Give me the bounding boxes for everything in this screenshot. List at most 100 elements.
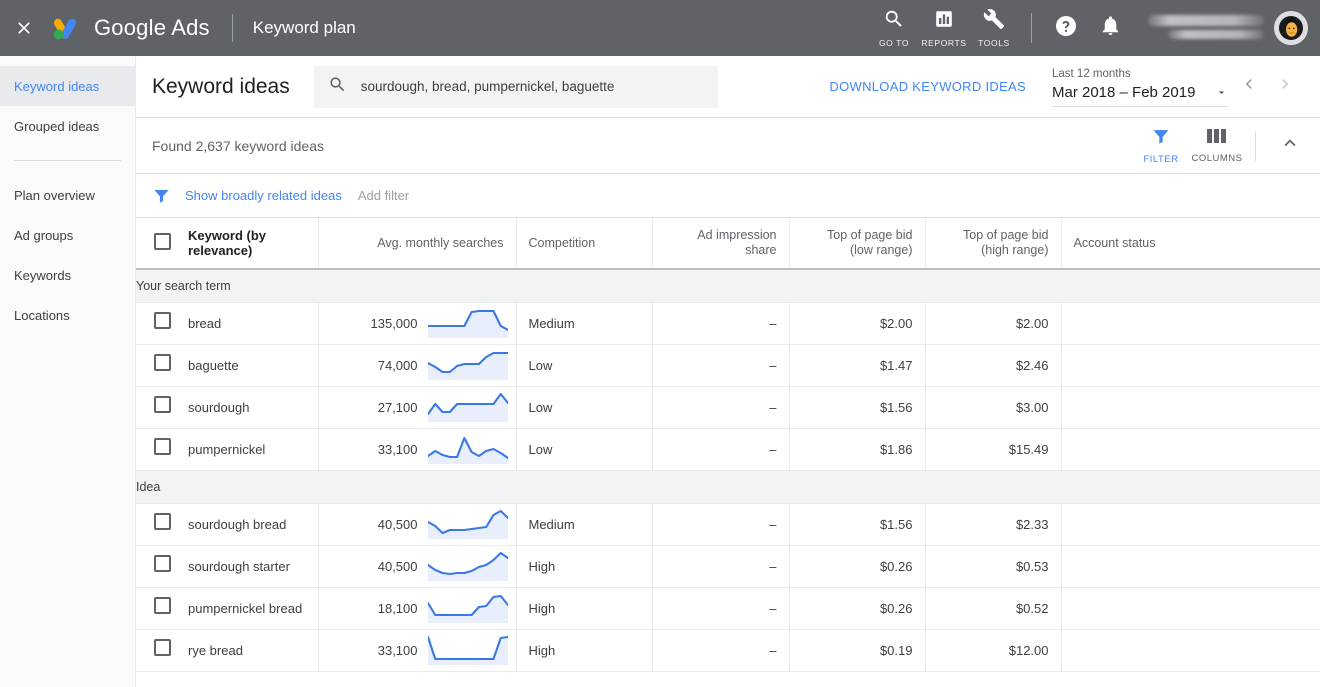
row-checkbox[interactable] (154, 597, 171, 614)
go-to-label: GO TO (879, 38, 909, 48)
select-all-checkbox[interactable] (154, 233, 171, 250)
competition-value: Low (517, 442, 652, 457)
column-header-keyword[interactable]: Keyword (by relevance) (188, 218, 318, 269)
column-header-account-status[interactable]: Account status (1061, 218, 1320, 269)
avg-monthly-searches-value: 27,100 (378, 400, 418, 415)
row-checkbox[interactable] (154, 639, 171, 656)
sidebar-item-label: Keywords (14, 268, 71, 283)
sidebar-item-locations[interactable]: Locations (0, 295, 135, 335)
bid-low-value: $0.26 (790, 601, 925, 616)
tools-label: TOOLS (978, 38, 1010, 48)
reports-button[interactable]: REPORTS (919, 0, 969, 56)
download-keyword-ideas-button[interactable]: DOWNLOAD KEYWORD IDEAS (829, 79, 1026, 94)
ad-impression-share-value: – (653, 517, 789, 532)
bid-high-value: $12.00 (926, 643, 1061, 658)
table-row[interactable]: sourdough27,100Low–$1.56$3.00 (136, 386, 1320, 428)
search-icon (328, 75, 347, 99)
filter-chip-broadly-related[interactable]: Show broadly related ideas (185, 188, 342, 203)
next-period-button[interactable] (1270, 72, 1300, 102)
sparkline-chart (428, 509, 508, 539)
cell-bid-high: $3.00 (925, 386, 1061, 428)
table-row[interactable]: sourdough starter40,500High–$0.26$0.53 (136, 545, 1320, 587)
tools-button[interactable]: TOOLS (969, 0, 1019, 56)
add-filter-button[interactable]: Add filter (358, 188, 409, 203)
previous-period-button[interactable] (1234, 72, 1264, 102)
avg-monthly-searches-value: 40,500 (378, 559, 418, 574)
cell-avg-monthly-searches: 40,500 (318, 503, 516, 545)
reports-label: REPORTS (921, 38, 966, 48)
column-header-label: Top of page bid (high range) (963, 228, 1049, 257)
column-header-label: Top of page bid (low range) (827, 228, 913, 257)
google-ads-logo[interactable] (48, 11, 82, 45)
filter-button[interactable]: FILTER (1133, 118, 1189, 174)
cell-avg-monthly-searches: 135,000 (318, 302, 516, 344)
sidebar-item-label: Keyword ideas (14, 79, 99, 94)
cell-bid-high: $2.00 (925, 302, 1061, 344)
row-checkbox[interactable] (154, 438, 171, 455)
collapse-panel-button[interactable] (1266, 118, 1314, 174)
row-checkbox[interactable] (154, 354, 171, 371)
cell-avg-monthly-searches: 74,000 (318, 344, 516, 386)
close-button[interactable] (4, 0, 44, 56)
row-checkbox[interactable] (154, 513, 171, 530)
keyword-table-container: Keyword (by relevance) Avg. monthly sear… (136, 218, 1320, 672)
columns-button[interactable]: COLUMNS (1189, 118, 1245, 174)
keyword-text: rye bread (188, 643, 318, 658)
cell-competition: High (516, 545, 652, 587)
ad-impression-share-value: – (653, 559, 789, 574)
cell-bid-high: $0.53 (925, 545, 1061, 587)
column-header-bid-high[interactable]: Top of page bid (high range) (925, 218, 1061, 269)
cell-avg-monthly-searches: 40,500 (318, 545, 516, 587)
sidebar-item-keyword-ideas[interactable]: Keyword ideas (0, 66, 135, 106)
column-header-competition[interactable]: Competition (516, 218, 652, 269)
column-header-ad-impression-share[interactable]: Ad impression share (652, 218, 789, 269)
filter-icon (1151, 126, 1171, 151)
reports-icon (933, 8, 955, 35)
cell-avg-monthly-searches: 27,100 (318, 386, 516, 428)
table-row[interactable]: sourdough bread40,500Medium–$1.56$2.33 (136, 503, 1320, 545)
redaction-bar-2 (1168, 30, 1264, 39)
competition-value: Medium (517, 316, 652, 331)
sparkline-chart (428, 434, 508, 464)
ad-impression-share-value: – (653, 400, 789, 415)
table-row[interactable]: baguette74,000Low–$1.47$2.46 (136, 344, 1320, 386)
search-input[interactable]: sourdough, bread, pumpernickel, baguette (314, 66, 718, 108)
cell-keyword: sourdough bread (188, 503, 318, 545)
row-select-cell (136, 302, 188, 344)
table-row[interactable]: rye bread33,100High–$0.19$12.00 (136, 629, 1320, 671)
go-to-button[interactable]: GO TO (869, 0, 919, 56)
sidebar-item-ad-groups[interactable]: Ad groups (0, 215, 135, 255)
ad-impression-share-value: – (653, 643, 789, 658)
help-button[interactable] (1044, 0, 1088, 56)
sidebar-item-keywords[interactable]: Keywords (0, 255, 135, 295)
cell-bid-low: $0.19 (789, 629, 925, 671)
table-row[interactable]: pumpernickel bread18,100High–$0.26$0.52 (136, 587, 1320, 629)
sidebar-item-grouped-ideas[interactable]: Grouped ideas (0, 106, 135, 146)
table-row[interactable]: pumpernickel33,100Low–$1.86$15.49 (136, 428, 1320, 470)
cell-bid-high: $2.33 (925, 503, 1061, 545)
cell-bid-low: $1.47 (789, 344, 925, 386)
table-row[interactable]: bread135,000Medium–$2.00$2.00 (136, 302, 1320, 344)
column-header-bid-low[interactable]: Top of page bid (low range) (789, 218, 925, 269)
sidebar-item-label: Plan overview (14, 188, 95, 203)
notifications-button[interactable] (1088, 0, 1132, 56)
row-select-cell (136, 545, 188, 587)
columns-icon (1207, 127, 1227, 150)
row-checkbox[interactable] (154, 555, 171, 572)
cell-account-status (1061, 344, 1320, 386)
bid-high-value: $0.52 (926, 601, 1061, 616)
column-header-avg-monthly-searches[interactable]: Avg. monthly searches (318, 218, 516, 269)
date-range-selector[interactable]: Last 12 months Mar 2018 – Feb 2019 (1052, 67, 1228, 107)
keyword-text: sourdough starter (188, 559, 318, 574)
avatar[interactable] (1274, 11, 1308, 45)
cell-ad-impression-share: – (652, 428, 789, 470)
row-checkbox[interactable] (154, 312, 171, 329)
keyword-text: bread (188, 316, 318, 331)
sidebar-item-plan-overview[interactable]: Plan overview (0, 175, 135, 215)
cell-competition: Medium (516, 503, 652, 545)
row-checkbox[interactable] (154, 396, 171, 413)
cell-competition: Low (516, 428, 652, 470)
column-header-keyword-label: Keyword (by relevance) (188, 228, 306, 258)
competition-value: Low (517, 400, 652, 415)
table-group-title: Idea (136, 470, 1320, 503)
